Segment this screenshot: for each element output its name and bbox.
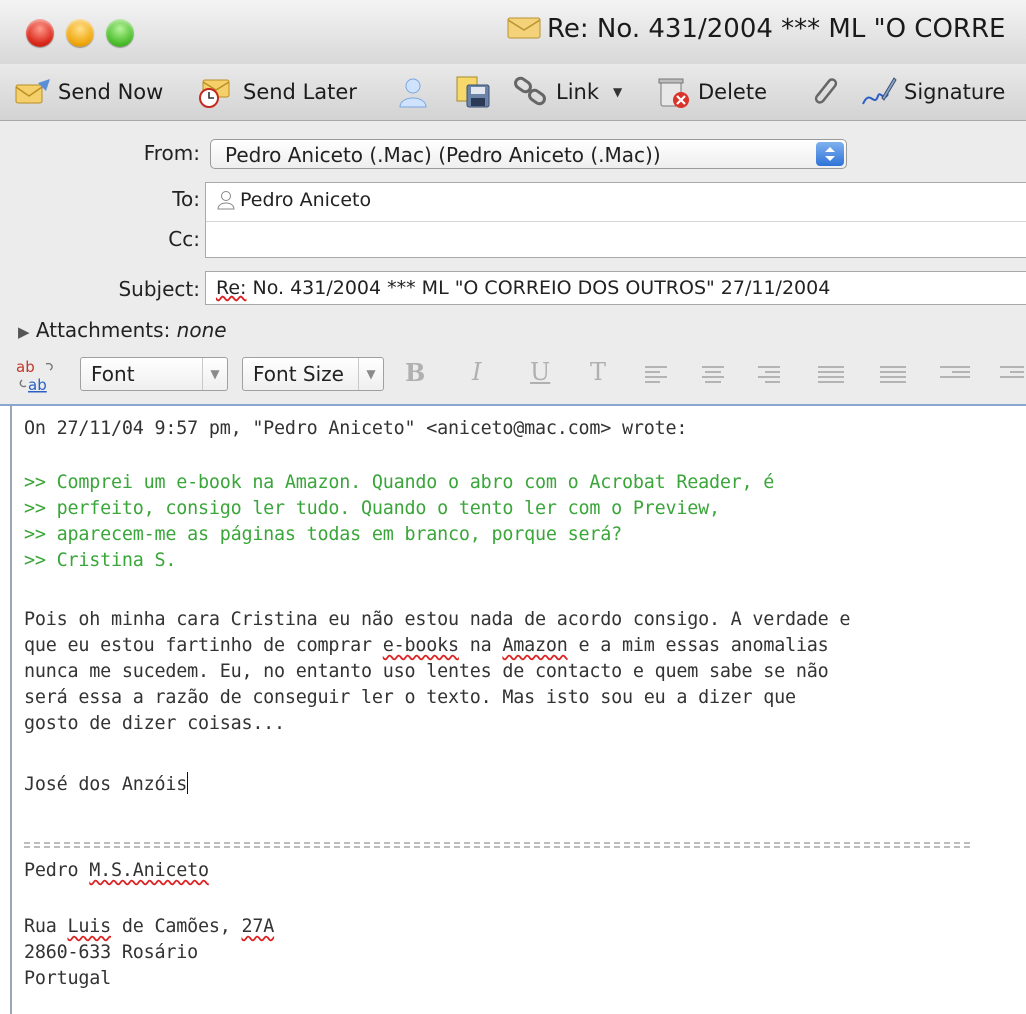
- from-label: From:: [143, 141, 200, 165]
- send-now-label: Send Now: [58, 80, 164, 104]
- send-now-button[interactable]: Send Now: [14, 74, 163, 110]
- quoted-line: >> Comprei um e-book na Amazon. Quando o…: [24, 472, 775, 493]
- signature-pen-icon: [862, 77, 897, 105]
- font-select[interactable]: Font ▼: [80, 357, 228, 391]
- quoted-line: >> aparecem-me as páginas todas em branc…: [24, 524, 622, 545]
- link-label: Link: [556, 80, 600, 104]
- font-size-select-value: Font Size: [253, 362, 344, 386]
- subject-text: No. 431/2004 *** ML "O CORREIO DOS OUTRO…: [246, 277, 831, 299]
- envelope-icon: [507, 17, 541, 39]
- attribution-line: On 27/11/04 9:57 pm, "Pedro Aniceto" <an…: [24, 418, 688, 439]
- recipient-token[interactable]: Pedro Aniceto: [216, 189, 371, 211]
- signature-address: Portugal: [24, 968, 111, 989]
- bulleted-list-icon[interactable]: [880, 366, 906, 384]
- misspelled-word: Luis: [67, 916, 112, 937]
- reply-line: será essa a razão de conseguir ler o tex…: [24, 687, 796, 708]
- align-left-icon[interactable]: [645, 366, 667, 384]
- attachments-label: Attachments:: [35, 318, 171, 342]
- reply-line: nunca me sucedem. Eu, no entanto uso len…: [24, 661, 829, 682]
- cc-label: Cc:: [168, 227, 200, 251]
- align-center-icon[interactable]: [702, 366, 724, 384]
- attachments-row[interactable]: ▶ Attachments: none: [18, 318, 227, 342]
- misspelled-word: Amazon: [502, 635, 568, 656]
- signature-name: Pedro M.S.Aniceto: [24, 860, 209, 881]
- text-style-button[interactable]: T: [590, 358, 606, 386]
- subject-label: Subject:: [118, 277, 200, 301]
- misspelled-word: M.S.Aniceto: [89, 860, 209, 881]
- paperclip-icon: [814, 78, 838, 104]
- from-account-select[interactable]: Pedro Aniceto (.Mac) (Pedro Aniceto (.Ma…: [210, 139, 847, 169]
- underline-button[interactable]: U: [530, 358, 550, 386]
- reply-line: que eu estou fartinho de comprar e-books…: [24, 635, 829, 656]
- misspelled-word: 27A: [241, 916, 275, 937]
- delete-label: Delete: [698, 80, 767, 104]
- quoted-line: >> perfeito, consigo ler tudo. Quando o …: [24, 498, 720, 519]
- trash-icon: [658, 78, 689, 108]
- signature-address: 2860-633 Rosário: [24, 942, 198, 963]
- address-book-button[interactable]: [396, 74, 436, 110]
- disclosure-triangle-icon[interactable]: ▶: [18, 323, 30, 341]
- font-size-select[interactable]: Font Size ▼: [242, 357, 384, 391]
- quoted-line: >> Cristina S.: [24, 550, 177, 571]
- link-button[interactable]: Link ▼: [512, 74, 622, 110]
- italic-button[interactable]: I: [472, 358, 481, 386]
- attach-button[interactable]: [808, 74, 848, 110]
- subject-prefix: Re:: [216, 277, 247, 299]
- subject-field[interactable]: Re: No. 431/2004 *** ML "O CORREIO DOS O…: [205, 271, 1026, 305]
- minimize-window-button[interactable]: [66, 19, 94, 47]
- recipient-name: Pedro Aniceto: [240, 189, 372, 211]
- bold-button[interactable]: B: [405, 358, 425, 387]
- send-now-icon: [15, 79, 50, 104]
- text-caret: [187, 772, 189, 794]
- link-icon: [514, 76, 546, 106]
- svg-text:ab: ab: [28, 376, 47, 394]
- save-draft-button[interactable]: [455, 74, 497, 110]
- from-account-value: Pedro Aniceto (.Mac) (Pedro Aniceto (.Ma…: [225, 143, 661, 167]
- toolbar: Send Now Send Later Link ▼ Delete Signat…: [0, 64, 1026, 121]
- reply-line: gosto de dizer coisas...: [24, 713, 285, 734]
- spellcheck-icon[interactable]: ab ab: [16, 358, 66, 398]
- reply-line: Pois oh minha cara Cristina eu não estou…: [24, 609, 851, 630]
- numbered-list-icon[interactable]: [818, 366, 844, 384]
- svg-text:ab: ab: [16, 358, 35, 376]
- link-dropdown-arrow-icon[interactable]: ▼: [613, 85, 622, 99]
- send-later-button[interactable]: Send Later: [195, 74, 357, 110]
- font-size-dropdown-arrow-icon: ▼: [358, 358, 383, 390]
- recipients-field[interactable]: Pedro Aniceto: [205, 182, 1026, 258]
- save-draft-icon: [456, 76, 490, 108]
- send-later-icon: [199, 79, 230, 108]
- signature-separator: [24, 842, 970, 848]
- signature-label: Signature: [904, 80, 1006, 104]
- delete-button[interactable]: Delete: [656, 74, 767, 110]
- signature-button[interactable]: Signature: [860, 74, 1005, 110]
- decrease-indent-icon[interactable]: [940, 366, 970, 384]
- misspelled-word: e-books: [382, 635, 459, 656]
- title-bar: Re: No. 431/2004 *** ML "O CORRE: [0, 0, 1026, 65]
- window-title: Re: No. 431/2004 *** ML "O CORRE: [507, 14, 1005, 44]
- body-left-bar: [10, 406, 12, 1014]
- attachments-value: none: [176, 318, 227, 342]
- address-book-icon: [399, 78, 427, 108]
- align-right-icon[interactable]: [758, 366, 780, 384]
- person-icon: [217, 191, 235, 210]
- closing-line: José dos Anzóis: [24, 772, 189, 795]
- to-label: To:: [172, 187, 200, 211]
- signature-address: Rua Luis de Camões, 27A: [24, 916, 275, 937]
- font-select-value: Font: [91, 362, 135, 386]
- select-stepper-icon: [816, 142, 844, 166]
- to-cc-divider: [206, 221, 1026, 222]
- font-dropdown-arrow-icon: ▼: [202, 358, 227, 390]
- increase-indent-icon[interactable]: [1000, 366, 1024, 384]
- close-window-button[interactable]: [26, 19, 54, 47]
- send-later-label: Send Later: [243, 80, 357, 104]
- zoom-window-button[interactable]: [106, 19, 134, 47]
